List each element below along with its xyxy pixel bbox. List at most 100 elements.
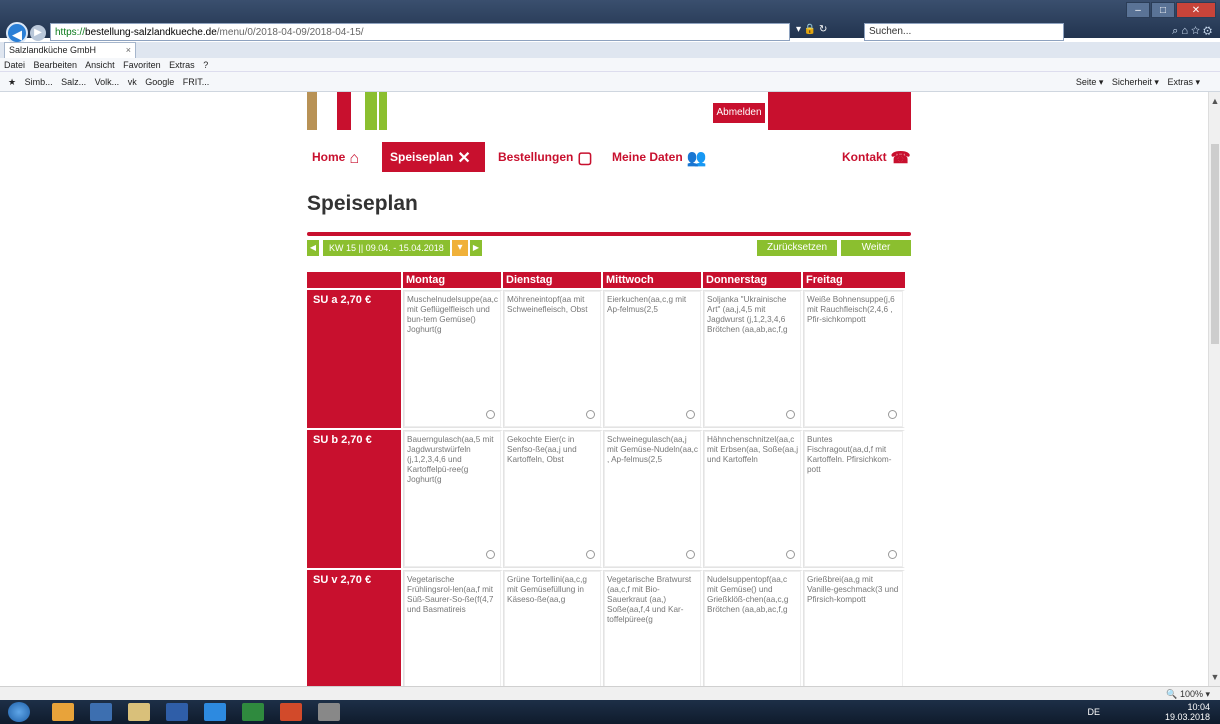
lock-icon[interactable]: ▾ 🔒 ↻: [796, 24, 827, 35]
meal-cell[interactable]: Schweinegulasch(aa,j mit Gemüse-Nudeln(a…: [603, 430, 703, 568]
meal-cell[interactable]: Vegetarische Bratwurst (aa,c,f mit Bio-S…: [603, 570, 703, 686]
menu-extras[interactable]: Extras: [169, 60, 195, 70]
meal-cell[interactable]: Hähnchenschnitzel(aa,c mit Erbsen(aa, So…: [703, 430, 803, 568]
header-red-block: [768, 92, 911, 130]
zoom-level[interactable]: 🔍 100% ▾: [1166, 687, 1210, 701]
next-week-button[interactable]: ▶: [470, 240, 482, 256]
menu-bearbeiten[interactable]: Bearbeiten: [34, 60, 78, 70]
nav-orders[interactable]: Bestellungen ▢: [493, 142, 592, 172]
clock-date: 19.03.2018: [1164, 712, 1210, 722]
fav-frit[interactable]: FRIT...: [183, 77, 210, 87]
window-controls: – □ ✕: [1126, 2, 1216, 18]
meal-cell[interactable]: Soljanka "Ukrainische Art" (aa,j,4,5 mit…: [703, 290, 803, 428]
fav-volk[interactable]: Volk...: [95, 77, 120, 87]
scroll-thumb[interactable]: [1211, 144, 1219, 344]
meal-radio[interactable]: [888, 550, 897, 559]
folder-icon[interactable]: [128, 703, 150, 721]
tab-salzlandkueche[interactable]: Salzlandküche GmbH ×: [4, 42, 136, 58]
meal-radio[interactable]: [786, 410, 795, 419]
zoom-value: 100%: [1179, 689, 1203, 699]
close-window-button[interactable]: ✕: [1176, 2, 1216, 18]
nav-my-data[interactable]: Meine Daten 👥: [607, 142, 707, 172]
meal-text: Vegetarische Bratwurst (aa,c,f mit Bio-S…: [607, 575, 692, 624]
clock-time: 10:04: [1187, 702, 1210, 712]
nav-my-data-label: Meine Daten: [612, 150, 683, 164]
minimize-button[interactable]: –: [1126, 2, 1150, 18]
fav-vk[interactable]: vk: [128, 77, 137, 87]
toolbar-seite[interactable]: Seite ▾: [1076, 77, 1104, 87]
nav-menu-plan[interactable]: Speiseplan ✕: [382, 142, 485, 172]
windows-taskbar: DE 10:04 19.03.2018: [0, 700, 1220, 724]
meal-cell[interactable]: Weiße Bohnensuppe(j,6 mit Rauchfleisch(2…: [803, 290, 905, 428]
search-input[interactable]: Suchen...: [864, 23, 1064, 41]
forward-button[interactable]: ▶: [30, 25, 46, 41]
meal-cell[interactable]: Muschelnudelsuppe(aa,c mit Geflügelfleis…: [403, 290, 503, 428]
meal-cell[interactable]: Eierkuchen(aa,c,g mit Ap-felmus(2,5: [603, 290, 703, 428]
meal-text: Soljanka "Ukrainische Art" (aa,j,4,5 mit…: [707, 295, 788, 334]
toolbar-extras[interactable]: Extras ▾: [1167, 77, 1200, 87]
scroll-up-icon[interactable]: ▲: [1209, 96, 1220, 106]
favorites-star-icon[interactable]: ★: [8, 77, 16, 87]
nav-contact[interactable]: Kontakt ☎: [837, 142, 911, 172]
meal-text: Buntes Fischragout(aa,d,f mit Kartoffeln…: [807, 435, 892, 474]
meal-radio[interactable]: [686, 550, 695, 559]
users-icon: 👥: [686, 150, 707, 167]
clipboard-icon: ▢: [577, 150, 593, 167]
app-icon[interactable]: [318, 703, 340, 721]
calendar-icon[interactable]: ▾: [452, 240, 468, 256]
meal-cell[interactable]: Nudelsuppentopf(aa,c mit Gemüse() und Gr…: [703, 570, 803, 686]
menu-help[interactable]: ?: [203, 60, 208, 70]
meal-cell[interactable]: Bauerngulasch(aa,5 mit Jagdwurstwürfeln …: [403, 430, 503, 568]
menu-favoriten[interactable]: Favoriten: [123, 60, 161, 70]
meal-text: Muschelnudelsuppe(aa,c mit Geflügelfleis…: [407, 295, 499, 334]
menu-ansicht[interactable]: Ansicht: [85, 60, 115, 70]
address-bar[interactable]: https:// bestellung-salzlandkueche.de /m…: [50, 23, 790, 41]
system-tray[interactable]: DE 10:04 19.03.2018: [1087, 702, 1210, 722]
meal-text: Nudelsuppentopf(aa,c mit Gemüse() und Gr…: [707, 575, 789, 614]
logo-bar: [337, 92, 351, 130]
meal-cell[interactable]: Grüne Tortellini(aa,c,g mit Gemüsefüllun…: [503, 570, 603, 686]
reset-button[interactable]: Zurücksetzen: [757, 240, 837, 256]
close-tab-icon[interactable]: ×: [126, 43, 131, 57]
maximize-button[interactable]: □: [1151, 2, 1175, 18]
scroll-down-icon[interactable]: ▼: [1209, 672, 1220, 682]
home-star-gear-icons[interactable]: ⌕ ⌂ ☆ ⚙: [1172, 25, 1212, 38]
word-icon[interactable]: [166, 703, 188, 721]
toolbar-sicherheit[interactable]: Sicherheit ▾: [1112, 77, 1159, 87]
previous-week-button[interactable]: ◀: [307, 240, 319, 256]
meal-cell[interactable]: Gekochte Eier(c in Senfso-ße(aa,j und Ka…: [503, 430, 603, 568]
meal-cell[interactable]: Buntes Fischragout(aa,d,f mit Kartoffeln…: [803, 430, 905, 568]
nav-orders-label: Bestellungen: [498, 150, 574, 164]
menu-datei[interactable]: Datei: [4, 60, 25, 70]
meal-radio[interactable]: [486, 550, 495, 559]
meal-radio[interactable]: [786, 550, 795, 559]
fav-google[interactable]: Google: [145, 77, 174, 87]
back-button[interactable]: ◀: [6, 22, 28, 44]
meal-radio[interactable]: [888, 410, 897, 419]
meal-radio[interactable]: [486, 410, 495, 419]
meal-text: Eierkuchen(aa,c,g mit Ap-felmus(2,5: [607, 295, 687, 314]
meal-radio[interactable]: [586, 410, 595, 419]
meal-cell[interactable]: Vegetarische Frühlingsrol-len(aa,f mit S…: [403, 570, 503, 686]
start-button[interactable]: [8, 702, 30, 722]
logout-button[interactable]: Abmelden: [712, 102, 766, 124]
day-header: Mittwoch: [603, 272, 703, 288]
ie-icon[interactable]: [204, 703, 226, 721]
nav-home[interactable]: Home ⌂: [307, 142, 359, 172]
next-button[interactable]: Weiter: [841, 240, 911, 256]
meal-radio[interactable]: [686, 410, 695, 419]
meal-cell[interactable]: Möhreneintopf(aa mit Schweinefleisch, Ob…: [503, 290, 603, 428]
fav-simb[interactable]: Simb...: [25, 77, 53, 87]
browser-navbar: ◀ ▶ https:// bestellung-salzlandkueche.d…: [0, 22, 1220, 44]
language-indicator[interactable]: DE: [1087, 707, 1100, 717]
media-player-icon[interactable]: [90, 703, 112, 721]
meal-text: Hähnchenschnitzel(aa,c mit Erbsen(aa, So…: [707, 435, 799, 464]
powerpoint-icon[interactable]: [280, 703, 302, 721]
explorer-icon[interactable]: [52, 703, 74, 721]
fav-salz[interactable]: Salz...: [61, 77, 86, 87]
meal-cell[interactable]: Grießbrei(aa,g mit Vanille-geschmack(3 u…: [803, 570, 905, 686]
excel-icon[interactable]: [242, 703, 264, 721]
meal-radio[interactable]: [586, 550, 595, 559]
week-selector: ◀ KW 15 || 09.04. - 15.04.2018 ▾ ▶ Zurüc…: [307, 240, 911, 256]
vertical-scrollbar[interactable]: ▲ ▼: [1208, 92, 1220, 686]
